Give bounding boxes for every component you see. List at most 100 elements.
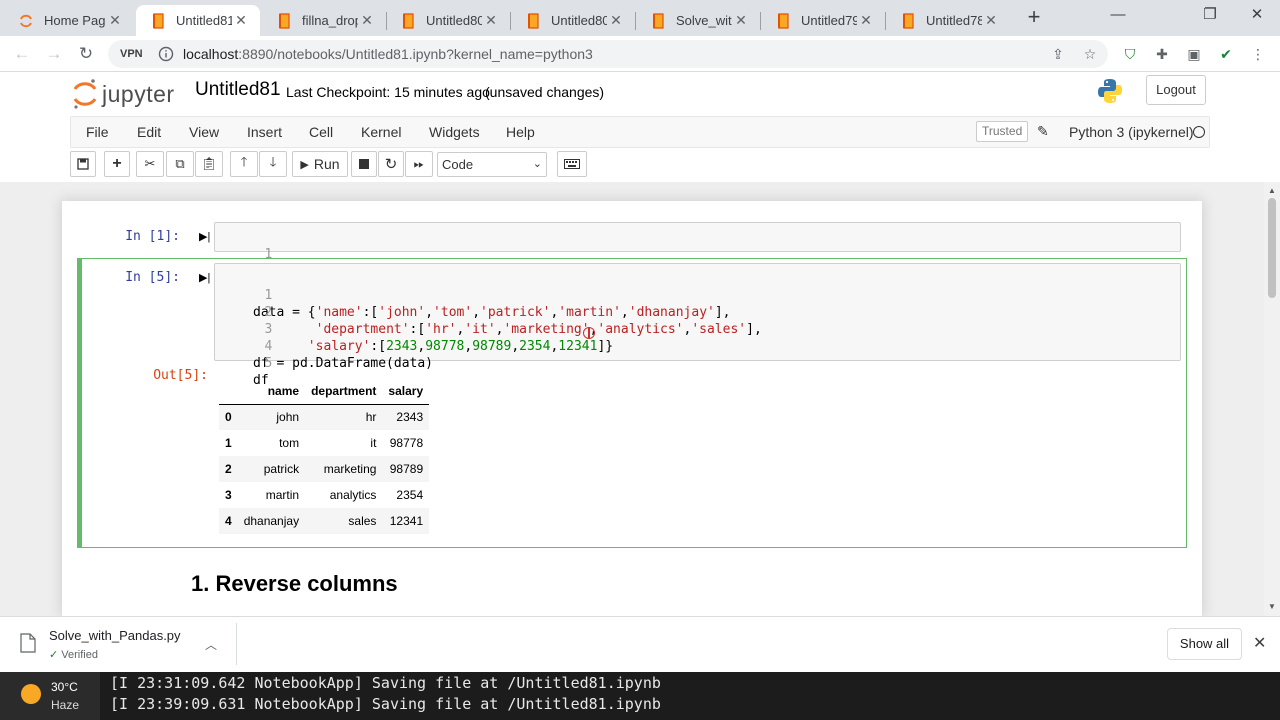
new-tab-icon[interactable]: +	[1022, 6, 1046, 30]
share-icon[interactable]: ⇪	[1048, 44, 1068, 64]
table-row: 2 patrick marketing 98789	[219, 456, 430, 482]
notebook-favicon-icon	[900, 12, 916, 29]
close-icon[interactable]: ✕	[607, 12, 625, 29]
trusted-badge[interactable]: Trusted	[976, 121, 1029, 142]
cell-department: it	[370, 436, 377, 450]
jupyter-logo[interactable]: jupyter	[72, 77, 175, 111]
notebook-favicon-icon	[525, 12, 541, 29]
checkpoint-status: Last Checkpoint: 15 minutes ago	[286, 84, 490, 100]
move-down-button[interactable]: 🡓︎	[259, 151, 287, 177]
extensions-puzzle-icon[interactable]: ✚	[1152, 44, 1172, 64]
close-icon[interactable]: ✕	[482, 12, 500, 29]
menu-kernel[interactable]: Kernel	[361, 117, 401, 147]
line-number: 1	[264, 288, 273, 303]
profile-check-icon[interactable]: ✔	[1216, 44, 1236, 64]
restore-icon[interactable]: ❐	[1190, 2, 1230, 30]
play-icon: ▶	[300, 158, 309, 171]
close-icon[interactable]: ✕	[857, 12, 875, 29]
close-icon[interactable]: ✕	[358, 12, 376, 29]
download-separator	[236, 623, 237, 665]
copy-icon: ⧉	[175, 156, 185, 171]
line-number: 5	[264, 356, 273, 371]
tab-untitled81[interactable]: Untitled81 ✕	[136, 5, 260, 36]
download-filename[interactable]: Solve_with_Pandas.py	[49, 628, 181, 643]
back-icon[interactable]: ←	[10, 42, 34, 66]
line-number: 2	[264, 305, 273, 320]
shield-extension-icon[interactable]: ⛉	[1120, 44, 1140, 64]
menu-edit[interactable]: Edit	[137, 117, 161, 147]
unsaved-status: (unsaved changes)	[485, 84, 605, 100]
close-icon[interactable]: ✕	[732, 12, 750, 29]
cell-salary: 98778	[389, 436, 424, 450]
cell-salary: 12341	[389, 514, 424, 528]
logout-button[interactable]: Logout	[1146, 75, 1206, 105]
menu-view[interactable]: View	[189, 117, 219, 147]
tab-untitled78[interactable]: Untitled78 ✕	[886, 5, 1010, 36]
tab-solve-with[interactable]: Solve_with_ ✕	[636, 5, 760, 36]
terminal-output: [I 23:31:09.642 NotebookApp] Saving file…	[110, 672, 661, 714]
restart-button[interactable]: ↻	[378, 151, 404, 177]
omnibox[interactable]: VPN localhost:8890/notebooks/Untitled81.…	[108, 40, 1108, 68]
command-palette-button[interactable]	[557, 151, 587, 177]
cut-button[interactable]: ✂	[136, 151, 164, 177]
save-button[interactable]	[70, 151, 96, 177]
run-cell-icon[interactable]: ▶|	[199, 271, 210, 284]
scroll-down-icon[interactable]: ▼	[1264, 600, 1280, 614]
jupyter-logo-text: jupyter	[102, 80, 175, 107]
run-cell-icon[interactable]: ▶|	[199, 230, 210, 243]
tab-untitled79[interactable]: Untitled79 ✕	[761, 5, 885, 36]
kernel-name[interactable]: Python 3 (ipykernel)	[1069, 117, 1194, 147]
menu-insert[interactable]: Insert	[247, 117, 282, 147]
forward-icon[interactable]: →	[42, 42, 66, 66]
reload-icon[interactable]: ↻	[74, 42, 98, 66]
move-up-button[interactable]: 🡑︎	[230, 151, 258, 177]
cell-department: marketing	[323, 462, 377, 476]
edit-pencil-icon[interactable]: ✎	[1037, 123, 1049, 140]
notebook-favicon-icon	[775, 12, 791, 29]
interrupt-button[interactable]	[351, 151, 377, 177]
menu-cell[interactable]: Cell	[309, 117, 333, 147]
side-panel-icon[interactable]: ▣	[1184, 44, 1204, 64]
insert-cell-button[interactable]: +	[104, 151, 130, 177]
close-icon[interactable]: ✕	[106, 12, 124, 29]
site-info-icon[interactable]	[158, 46, 174, 62]
notebook-name[interactable]: Untitled81	[195, 79, 281, 101]
window-close-icon[interactable]: ✕	[1237, 2, 1277, 30]
run-button[interactable]: ▶ Run	[292, 151, 348, 177]
close-icon[interactable]: ✕	[1253, 633, 1266, 653]
terminal-line: [I 23:39:09.631 NotebookApp] Saving file…	[110, 695, 661, 713]
vpn-badge[interactable]: VPN	[116, 44, 147, 64]
code-line: data = {'name':['john','tom','patrick','…	[253, 305, 731, 320]
cell-1-input[interactable]: 1 import pandas as pd	[214, 222, 1181, 279]
chevron-up-icon[interactable]: ︿	[205, 636, 217, 653]
cell-2-input[interactable]: 1 data = {'name':['john','tom','patrick'…	[214, 263, 1181, 388]
tab-untitled80-a[interactable]: Untitled80 ✕	[386, 5, 510, 36]
tab-home-page[interactable]: Home Page ✕	[4, 5, 134, 36]
kernel-idle-indicator-icon	[1193, 126, 1205, 138]
close-icon[interactable]: ✕	[982, 12, 1000, 29]
menu-file[interactable]: File	[86, 117, 109, 147]
cell-type-select[interactable]: Code ⌄	[437, 152, 547, 177]
python-logo-icon	[1098, 79, 1122, 103]
bookmark-star-icon[interactable]: ☆	[1080, 44, 1100, 64]
tab-untitled80-b[interactable]: Untitled80 ✕	[511, 5, 635, 36]
url-text[interactable]: localhost:8890/notebooks/Untitled81.ipyn…	[183, 40, 593, 68]
more-menu-icon[interactable]: ⋮	[1248, 44, 1268, 64]
show-all-button[interactable]: Show all	[1167, 628, 1242, 660]
weather-widget[interactable]: 30°C Haze	[0, 672, 100, 720]
scroll-up-icon[interactable]: ▲	[1264, 184, 1280, 198]
menu-help[interactable]: Help	[506, 117, 535, 147]
menu-widgets[interactable]: Widgets	[429, 117, 480, 147]
restart-run-all-button[interactable]: ⏩︎	[405, 151, 433, 177]
copy-button[interactable]: ⧉	[166, 151, 194, 177]
scrollbar-thumb[interactable]	[1268, 198, 1276, 298]
tab-label: Untitled81	[176, 13, 232, 28]
download-status-text: Verified	[61, 649, 98, 661]
minimize-icon[interactable]: —	[1098, 2, 1138, 30]
close-icon[interactable]: ✕	[232, 12, 250, 29]
paste-button[interactable]: 📋︎	[195, 151, 223, 177]
scissors-icon: ✂	[144, 156, 156, 171]
tab-fillna[interactable]: fillna_dropc ✕	[262, 5, 386, 36]
row-index: 4	[225, 514, 232, 528]
paste-icon: 📋︎	[200, 156, 218, 171]
